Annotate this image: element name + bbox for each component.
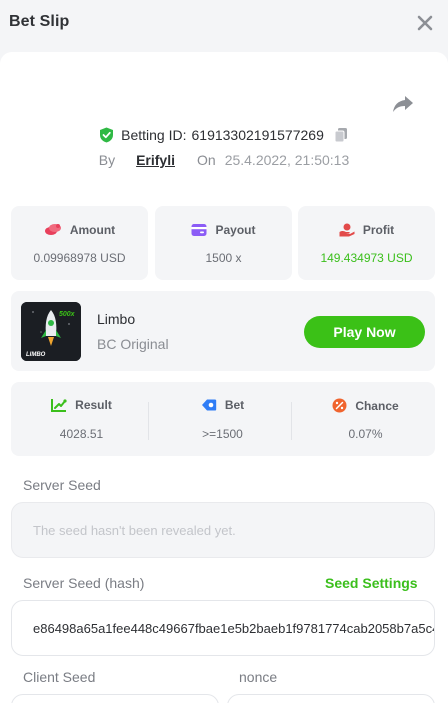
bet-label: Bet: [224, 398, 245, 412]
betting-id-row: Betting ID: 61913302191577269: [0, 124, 448, 146]
amount-label: Amount: [69, 223, 116, 237]
profit-label: Profit: [362, 223, 395, 237]
result-label: Result: [75, 398, 112, 412]
amount-card: Amount 0.09968978 USD: [11, 206, 148, 280]
client-seed-label: Client Seed: [23, 669, 96, 685]
wallet-icon: [191, 224, 207, 236]
payout-label: Payout: [215, 223, 256, 237]
result-card: Result 4028.51 Bet >=1500 Chance 0.07%: [11, 382, 435, 456]
seed-settings-link[interactable]: Seed Settings: [325, 575, 418, 591]
server-seed-hash-label: Server Seed (hash): [23, 575, 145, 591]
chance-header: Chance: [295, 398, 436, 413]
server-seed-label: Server Seed: [23, 477, 101, 493]
bet-byline: By Erifyli On 25.4.2022, 21:50:13: [0, 150, 448, 170]
server-seed-field[interactable]: The seed hasn't been revealed yet.: [11, 502, 435, 558]
result-value: 4028.51: [59, 427, 104, 441]
profit-value: 149.434973 USD: [320, 251, 413, 265]
user-link[interactable]: Erifyli: [136, 152, 175, 168]
thumb-badge-text: 500x: [59, 311, 76, 318]
result-column: Result 4028.51: [11, 382, 152, 456]
chance-label: Chance: [355, 398, 399, 413]
payout-value: 1500 x: [205, 251, 242, 265]
page-title: Bet Slip: [9, 13, 70, 30]
nonce-field[interactable]: [227, 694, 435, 703]
betting-id-label: Betting ID:: [121, 127, 187, 143]
chance-value: 0.07%: [348, 427, 383, 441]
percent-icon: [332, 398, 347, 413]
thumb-logo-text: LIMBO: [26, 352, 46, 358]
chance-column: Chance 0.07%: [295, 382, 436, 456]
shield-check-icon: [100, 127, 114, 143]
limbo-game-thumbnail: 500x LIMBO: [21, 302, 81, 361]
play-now-button[interactable]: Play Now: [304, 316, 425, 348]
profit-card: Profit 149.434973 USD: [298, 206, 435, 280]
payout-header: Payout: [155, 223, 292, 237]
bet-header: Bet: [152, 398, 293, 412]
hand-coin-icon: [339, 223, 355, 237]
rocket-icon: 500x LIMBO: [21, 302, 81, 361]
top-bar: Bet Slip: [0, 0, 448, 52]
bet-value: >=1500: [202, 427, 243, 441]
bet-timestamp: 25.4.2022, 21:50:13: [224, 152, 350, 168]
profit-header: Profit: [298, 223, 435, 237]
payout-card: Payout 1500 x: [155, 206, 292, 280]
game-name[interactable]: Limbo: [97, 311, 135, 327]
coins-icon: [44, 224, 61, 235]
result-header: Result: [11, 398, 152, 412]
share-icon[interactable]: [392, 94, 414, 114]
tag-icon: [201, 399, 217, 411]
copy-icon[interactable]: [333, 127, 349, 143]
nonce-label: nonce: [239, 669, 278, 685]
client-seed-field[interactable]: [11, 694, 219, 703]
column-divider: [148, 402, 149, 440]
column-divider: [291, 402, 292, 440]
amount-header: Amount: [11, 223, 148, 237]
game-card: 500x LIMBO Limbo BC Original Play Now: [11, 291, 435, 371]
amount-value: 0.09968978 USD: [33, 251, 126, 265]
server-seed-hash-field[interactable]: e86498a65a1fee448c49667fbae1e5b2baeb1f97…: [11, 600, 435, 656]
chart-growth-icon: [51, 399, 67, 412]
bet-column: Bet >=1500: [152, 382, 293, 456]
on-label: On: [197, 152, 216, 168]
close-icon[interactable]: [413, 11, 437, 35]
by-label: By: [98, 152, 116, 168]
game-subtitle: BC Original: [97, 336, 169, 352]
betting-id-value: 61913302191577269: [191, 127, 324, 143]
